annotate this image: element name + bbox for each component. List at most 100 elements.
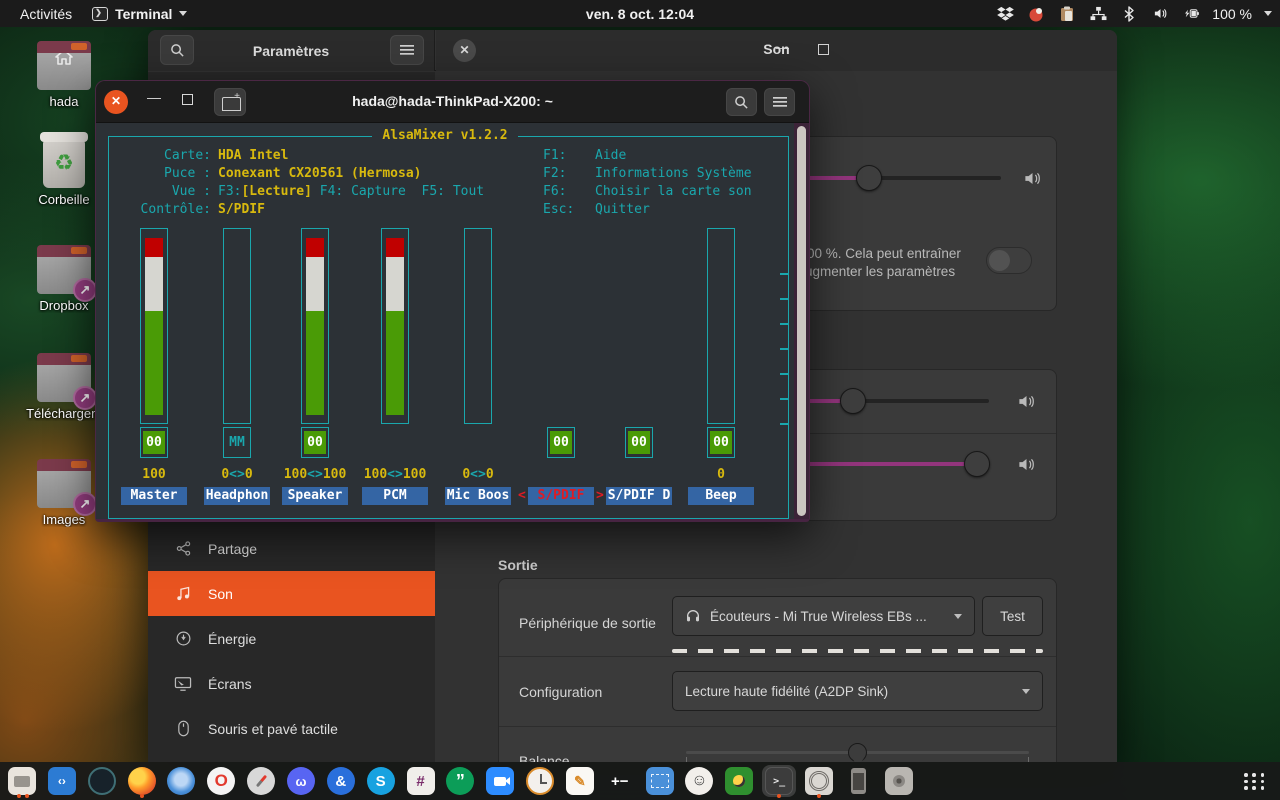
terminal-menu-button[interactable]: [764, 88, 795, 116]
app-menu[interactable]: Terminal: [92, 6, 188, 22]
desktop: Activités Terminal ven. 8 oct. 12:04 100…: [0, 0, 1280, 800]
scroll-tick: [780, 423, 789, 425]
output-section-title: Sortie: [498, 557, 538, 573]
test-button[interactable]: Test: [982, 596, 1043, 636]
sidebar-item--nergie[interactable]: Énergie: [148, 616, 435, 661]
share-icon: [174, 540, 192, 558]
mixer-bar-pcm[interactable]: [381, 228, 409, 424]
terminal-headerbar: ✕ — hada@hada-ThinkPad-X200: ~: [96, 81, 809, 123]
maximize-button[interactable]: [182, 94, 193, 105]
mixer-bar-beep[interactable]: [707, 228, 735, 424]
taskbar-app-calculator[interactable]: +−: [603, 765, 637, 797]
bar-white-segment: [386, 257, 404, 311]
output-device-dropdown[interactable]: Écouteurs - Mi True Wireless EBs ...: [672, 596, 975, 636]
settings-menu-button[interactable]: [390, 35, 424, 65]
sidebar-item-label: Énergie: [208, 630, 257, 647]
screenshot-tool-icon: [645, 767, 674, 795]
terminal-icon: [92, 6, 109, 21]
clock-app-icon: [526, 767, 555, 795]
mute-box-value: MM: [229, 435, 245, 450]
pomodoro-icon: [1027, 5, 1045, 23]
close-button[interactable]: ✕: [104, 90, 128, 114]
sidebar-item-partage[interactable]: Partage: [148, 526, 435, 571]
mixer-control-mic-boos[interactable]: Mic Boos: [445, 487, 511, 505]
bar-red-segment: [306, 238, 324, 257]
mixer-bar-speaker[interactable]: [301, 228, 329, 424]
mixer-bar-master[interactable]: [140, 228, 168, 424]
drop-indicator: [672, 649, 1043, 653]
taskbar-app-discord[interactable]: ω: [284, 765, 318, 797]
terminal-title: hada@hada-ThinkPad-X200: ~: [352, 93, 553, 109]
terminal-scrollbar[interactable]: [794, 123, 809, 519]
taskbar-app-skype[interactable]: S: [364, 765, 398, 797]
taskbar-app-terminal[interactable]: >_: [762, 765, 797, 798]
mixer-bar-mic-boos[interactable]: [464, 228, 492, 424]
taskbar-app-zoom[interactable]: [483, 765, 517, 797]
taskbar-app-audio[interactable]: [802, 765, 836, 798]
files-icon: [8, 767, 36, 795]
overamp-toggle[interactable]: [986, 247, 1032, 274]
sidebar-item-label: Écrans: [208, 675, 252, 692]
skype-icon: S: [366, 767, 395, 795]
overamp-text-line2: ugmenter les paramètres: [805, 264, 956, 279]
taskbar-app-slack[interactable]: #: [404, 765, 438, 797]
taskbar-app-screenshot[interactable]: [643, 765, 677, 797]
taskbar-app-files[interactable]: [5, 765, 39, 798]
taskbar-app-game[interactable]: [722, 765, 756, 797]
system-volume-handle[interactable]: [856, 165, 882, 191]
minimize-button[interactable]: —: [144, 89, 164, 105]
taskbar-app-firefox[interactable]: [125, 765, 159, 798]
configuration-dropdown[interactable]: Lecture haute fidélité (A2DP Sink): [672, 671, 1043, 711]
sidebar-item-label: Partage: [208, 540, 258, 557]
mixer-control-headphon[interactable]: Headphon: [204, 487, 270, 505]
link-emblem-icon: ↗: [73, 386, 97, 410]
sidebar-item--crans[interactable]: Écrans: [148, 661, 435, 706]
sidebar-item-souris-et-pav-tactile[interactable]: Souris et pavé tactile: [148, 706, 435, 751]
bluetooth-icon: [1120, 5, 1138, 23]
new-tab-button[interactable]: [214, 88, 246, 116]
activities-button[interactable]: Activités: [14, 4, 78, 24]
mixer-value: 100: [142, 467, 166, 482]
output-card: Périphérique de sortie Écouteurs - Mi Tr…: [498, 578, 1057, 762]
taskbar-app-ampersand[interactable]: &: [324, 765, 358, 797]
app-grid-icon[interactable]: [1244, 773, 1266, 790]
battery-charging-icon: [1182, 5, 1200, 23]
taskbar-app-vscode[interactable]: ‹›: [45, 765, 79, 797]
taskbar-app-mumble[interactable]: [85, 765, 119, 797]
sidebar-item-son[interactable]: Son: [148, 571, 435, 616]
taskbar-app-opera[interactable]: O: [204, 765, 238, 797]
mixer-control-beep[interactable]: Beep: [688, 487, 754, 505]
mute-box-value: 00: [628, 431, 650, 454]
settings-headerbar: Paramètres ✕ — Son: [148, 30, 1117, 71]
alsamixer-info-label: Carte:: [164, 148, 211, 163]
terminal-search-button[interactable]: [726, 88, 757, 116]
mixer-control-s-pdif[interactable]: S/PDIF: [528, 487, 594, 505]
taskbar-app-web[interactable]: [244, 765, 278, 797]
app-volume-handle-2[interactable]: [964, 451, 990, 477]
system-tray[interactable]: 100 %: [996, 0, 1272, 27]
taskbar-app-speakerbox[interactable]: [882, 765, 916, 797]
terminal-body[interactable]: AlsaMixer v1.2.2 Carte: HDA Intel Puce : Co…: [96, 123, 809, 519]
mixer-control-s-pdif-d[interactable]: S/PDIF D: [606, 487, 672, 505]
selection-left-arrow: <: [518, 488, 526, 503]
alsamixer-info-value: HDA Intel: [218, 148, 289, 163]
taskbar-app-clock[interactable]: [523, 765, 557, 797]
scrollbar-thumb[interactable]: [797, 126, 806, 516]
taskbar-app-smiley[interactable]: ☺: [682, 765, 716, 797]
taskbar-app-notes[interactable]: ✎: [563, 765, 597, 797]
balance-handle[interactable]: [848, 743, 867, 762]
mixer-bar-headphon[interactable]: [223, 228, 251, 424]
settings-search-button[interactable]: [160, 35, 194, 65]
app-volume-handle-1[interactable]: [840, 388, 866, 414]
ampersand-app-icon: &: [326, 767, 355, 795]
output-device-label: Périphérique de sortie: [519, 615, 656, 631]
mixer-control-master[interactable]: Master: [121, 487, 187, 505]
taskbar-app-chromium[interactable]: [164, 765, 198, 797]
sound-icon: [174, 585, 192, 603]
alsamixer-fkey: F6:: [543, 184, 567, 199]
mixer-control-speaker[interactable]: Speaker: [282, 487, 348, 505]
mixer-control-pcm[interactable]: PCM: [362, 487, 428, 505]
taskbar-app-phone[interactable]: [842, 765, 876, 797]
chevron-down-icon: [1022, 688, 1030, 694]
taskbar-app-hangouts[interactable]: ”: [443, 765, 477, 797]
